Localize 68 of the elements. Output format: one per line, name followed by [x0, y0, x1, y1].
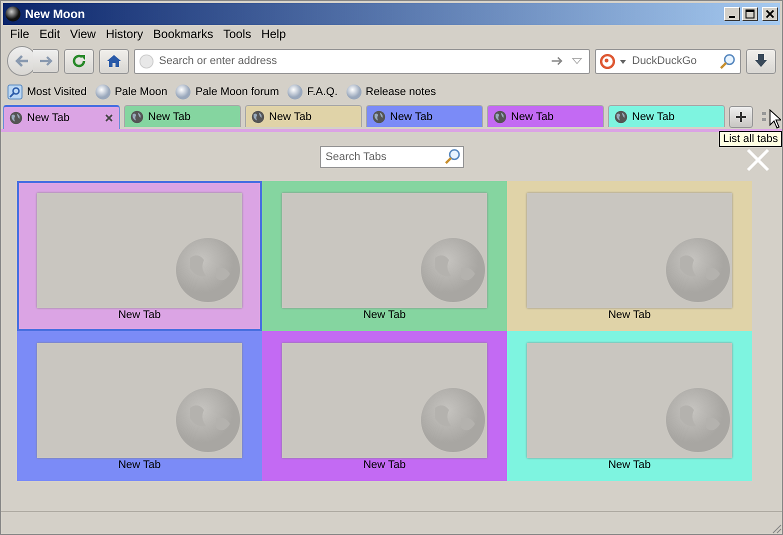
- menu-item[interactable]: Bookmarks: [148, 27, 218, 41]
- tab[interactable]: New Tab: [487, 105, 604, 127]
- forward-button[interactable]: [33, 49, 59, 73]
- search-icon[interactable]: [444, 148, 460, 165]
- reload-button[interactable]: [64, 48, 94, 74]
- tab-title: New Tab: [608, 459, 651, 471]
- bookmark-item[interactable]: F.A.Q.: [287, 84, 338, 100]
- search-tabs-field[interactable]: Search Tabs: [320, 146, 464, 168]
- search-page-icon: [7, 84, 23, 100]
- moon-icon: [421, 238, 485, 302]
- bookmark-item[interactable]: Pale Moon: [94, 84, 168, 100]
- moon-icon: [666, 238, 730, 302]
- download-button[interactable]: [746, 48, 776, 74]
- home-icon: [106, 53, 122, 69]
- maximize-button[interactable]: [742, 7, 758, 21]
- tab[interactable]: New Tab: [245, 105, 362, 127]
- menu-item[interactable]: Edit: [34, 27, 66, 41]
- cursor-icon: [769, 109, 781, 129]
- maximize-icon: [745, 9, 755, 19]
- moon-icon: [287, 84, 304, 100]
- tooltip: List all tabs: [719, 131, 782, 147]
- tab-thumbnail[interactable]: New Tab: [262, 181, 507, 331]
- moon-icon: [5, 6, 21, 22]
- tab-thumbnail[interactable]: New Tab: [507, 331, 752, 481]
- tab-thumbnail[interactable]: New Tab: [507, 181, 752, 331]
- moon-icon: [346, 84, 362, 100]
- tab-title: New Tab: [118, 309, 161, 321]
- menu-item[interactable]: History: [100, 27, 148, 41]
- moon-icon: [421, 388, 485, 452]
- bookmark-item[interactable]: Pale Moon forum: [175, 84, 280, 100]
- menu-item[interactable]: File: [5, 27, 34, 41]
- address-bar[interactable]: Search or enter address: [134, 48, 590, 74]
- moon-icon: [176, 238, 240, 302]
- search-icon[interactable]: [719, 52, 736, 70]
- tab-title: New Tab: [608, 309, 651, 321]
- tab-title: New Tab: [363, 459, 406, 471]
- tab[interactable]: New Tab: [3, 105, 120, 129]
- window-title: New Moon: [25, 7, 86, 21]
- bookmark-item[interactable]: Most Visited: [7, 84, 87, 100]
- moon-icon: [666, 388, 730, 452]
- tab[interactable]: New Tab: [366, 105, 483, 127]
- moon-icon: [176, 388, 240, 452]
- moon-icon: [94, 84, 111, 100]
- tab-thumbnail[interactable]: New Tab: [262, 331, 507, 481]
- plus-icon: [735, 111, 747, 123]
- moon-icon: [175, 84, 192, 100]
- minimize-button[interactable]: [724, 7, 740, 21]
- caret-icon[interactable]: [619, 58, 627, 66]
- tab-thumbnail[interactable]: New Tab: [17, 181, 262, 331]
- home-button[interactable]: [99, 48, 129, 74]
- new-tab-button[interactable]: [729, 106, 753, 128]
- close-icon[interactable]: [104, 113, 114, 123]
- tab[interactable]: New Tab: [608, 105, 725, 127]
- tab-title: New Tab: [363, 309, 406, 321]
- close-button[interactable]: [762, 7, 778, 21]
- tab-title: New Tab: [118, 459, 161, 471]
- tab[interactable]: New Tab: [124, 105, 241, 127]
- menu-item[interactable]: Tools: [218, 27, 256, 41]
- bookmark-item[interactable]: Release notes: [346, 84, 436, 100]
- menu-item[interactable]: Help: [256, 27, 291, 41]
- menu-item[interactable]: View: [65, 27, 101, 41]
- download-icon: [753, 53, 769, 69]
- close-icon: [765, 9, 775, 19]
- minimize-icon: [729, 16, 735, 18]
- reload-icon: [71, 53, 87, 69]
- resize-grip-icon[interactable]: [770, 522, 782, 534]
- tab-thumbnail[interactable]: New Tab: [17, 331, 262, 481]
- search-field[interactable]: DuckDuckGo: [595, 48, 741, 74]
